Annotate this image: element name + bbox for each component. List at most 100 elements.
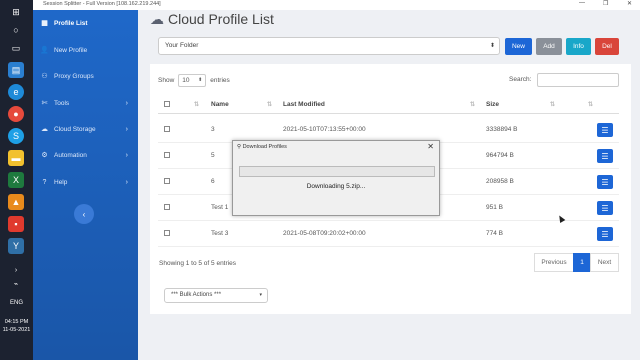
session-splitter-icon[interactable]: Y (8, 238, 24, 254)
pagination-next[interactable]: Next (590, 253, 619, 272)
cell-size: 774 B (486, 230, 503, 237)
new-button[interactable]: New (505, 38, 532, 55)
edge-icon[interactable]: e (8, 84, 24, 100)
sidebar-item-help[interactable]: ? Help › (33, 171, 138, 193)
language-indicator[interactable]: ENG (0, 300, 33, 306)
column-header-last-modified[interactable]: Last Modified (283, 101, 325, 108)
cell-name: 6 (211, 178, 215, 185)
network-icon[interactable]: ⌁ (8, 276, 24, 292)
add-button[interactable]: Add (536, 38, 562, 55)
pagination-page-1[interactable]: 1 (573, 253, 591, 272)
sidebar-collapse-button[interactable]: ‹ (74, 204, 94, 224)
entries-select[interactable]: 10 ⬍ (178, 74, 207, 87)
cell-name: Test 1 (211, 204, 229, 211)
sort-icon[interactable]: ⇅ (550, 101, 555, 108)
row-menu-button[interactable]: ☰ (597, 149, 613, 163)
help-icon: ? (42, 178, 47, 186)
sidebar-item-label: Cloud Storage (54, 125, 96, 133)
row-menu-button[interactable]: ☰ (597, 227, 613, 241)
cell-size: 208958 B (486, 178, 514, 185)
page-title: Cloud Profile List (168, 11, 274, 27)
row-checkbox[interactable] (164, 152, 170, 158)
sidebar-item-new-profile[interactable]: 👤 New Profile (33, 39, 138, 61)
bulk-actions-value: *** Bulk Actions *** (171, 292, 222, 298)
delete-button[interactable]: Del (595, 38, 619, 55)
cell-name: 3 (211, 126, 215, 133)
sidebar-item-tools[interactable]: ✄ Tools › (33, 92, 138, 114)
cell-modified: 2021-05-08T09:20:02+00:00 (283, 230, 366, 237)
sidebar-item-label: Tools (54, 99, 70, 107)
sidebar: ▦ Profile List 👤 New Profile ⚇ Proxy Gro… (33, 10, 138, 360)
sort-icon[interactable]: ⇅ (470, 101, 475, 108)
sidebar-item-label: Help (54, 178, 68, 186)
row-checkbox[interactable] (164, 126, 170, 132)
sort-icon[interactable]: ⇅ (588, 101, 593, 108)
row-menu-button[interactable]: ☰ (597, 123, 613, 137)
sort-icon[interactable]: ⇅ (267, 101, 272, 108)
search-label: Search: (509, 76, 532, 83)
sidebar-item-proxy-groups[interactable]: ⚇ Proxy Groups (33, 65, 138, 87)
chevron-right-icon: › (125, 125, 128, 133)
select-all-checkbox[interactable] (164, 101, 170, 107)
skype-icon[interactable]: S (8, 128, 24, 144)
window-titlebar: Session Splitter - Full Version [108.162… (33, 0, 640, 10)
cell-name: 5 (211, 152, 215, 159)
task-view-icon[interactable]: ▭ (8, 40, 24, 56)
info-button[interactable]: Info (566, 38, 591, 55)
sidebar-item-cloud-storage[interactable]: ☁ Cloud Storage › (33, 118, 138, 140)
dialog-title: ⚲ Download Profiles (237, 144, 287, 150)
dialog-title-text: Download Profiles (242, 144, 287, 150)
sidebar-item-profile-list[interactable]: ▦ Profile List (33, 12, 138, 34)
sort-icon[interactable]: ⇅ (194, 101, 199, 108)
sidebar-item-automation[interactable]: ⚙ Automation › (33, 144, 138, 166)
vlc-icon[interactable]: ▲ (8, 194, 24, 210)
cell-size: 964794 B (486, 152, 514, 159)
windows-start-icon[interactable]: ⊞ (8, 4, 24, 20)
cloud-icon: ☁ (41, 126, 48, 133)
clock[interactable]: 04:15 PM 11-05-2021 (0, 318, 33, 334)
folder-select[interactable]: Your Folder ⬍ (158, 37, 500, 55)
list-icon: ▦ (41, 20, 48, 27)
cell-modified: 2021-05-10T07:13:55+00:00 (283, 126, 366, 133)
pagination-previous[interactable]: Previous (534, 253, 574, 272)
sidebar-item-label: Proxy Groups (54, 72, 94, 80)
cloud-icon: ☁ (150, 10, 164, 27)
chevron-right-icon: › (125, 178, 128, 186)
file-explorer-icon[interactable]: ▬ (8, 150, 24, 166)
page-header: ☁ Cloud Profile List (150, 10, 274, 28)
sidebar-item-label: Automation (54, 151, 87, 159)
row-checkbox[interactable] (164, 178, 170, 184)
show-label: Show (158, 77, 175, 84)
cell-size: 951 B (486, 204, 503, 211)
entries-select-value: 10 (182, 77, 190, 84)
maximize-button[interactable]: ❐ (603, 0, 608, 7)
bulk-actions-select[interactable]: *** Bulk Actions *** ▾ (164, 288, 268, 303)
download-progress-bar (239, 166, 435, 177)
tools-icon: ✄ (41, 100, 48, 107)
row-checkbox[interactable] (164, 230, 170, 236)
column-header-name[interactable]: Name (211, 101, 229, 108)
dialog-close-button[interactable]: ✕ (427, 142, 434, 151)
select-caret-icon: ▾ (259, 292, 262, 298)
chrome-icon[interactable]: ● (8, 106, 24, 122)
column-header-size[interactable]: Size (486, 101, 499, 108)
app-icon[interactable]: ▪ (8, 216, 24, 232)
cell-name: Test 3 (211, 230, 229, 237)
chevron-right-icon: › (125, 99, 128, 107)
clock-date: 11-05-2021 (2, 327, 31, 333)
row-checkbox[interactable] (164, 204, 170, 210)
group-icon: ⚇ (41, 73, 48, 80)
row-menu-button[interactable]: ☰ (597, 201, 613, 215)
row-menu-button[interactable]: ☰ (597, 175, 613, 189)
close-window-button[interactable]: ✕ (627, 0, 632, 7)
store-icon[interactable]: ▤ (8, 62, 24, 78)
select-caret-icon: ⬍ (198, 77, 203, 83)
table-info: Showing 1 to 5 of 5 entries (159, 260, 236, 267)
excel-icon[interactable]: X (8, 172, 24, 188)
search-icon[interactable]: ○ (8, 22, 24, 38)
minimize-button[interactable]: — (579, 0, 585, 6)
download-dialog: ⚲ Download Profiles ✕ Downloading 5.zip.… (232, 140, 440, 216)
clock-time: 04:15 PM (4, 319, 29, 325)
search-input[interactable] (537, 73, 619, 87)
automation-icon: ⚙ (41, 152, 48, 159)
